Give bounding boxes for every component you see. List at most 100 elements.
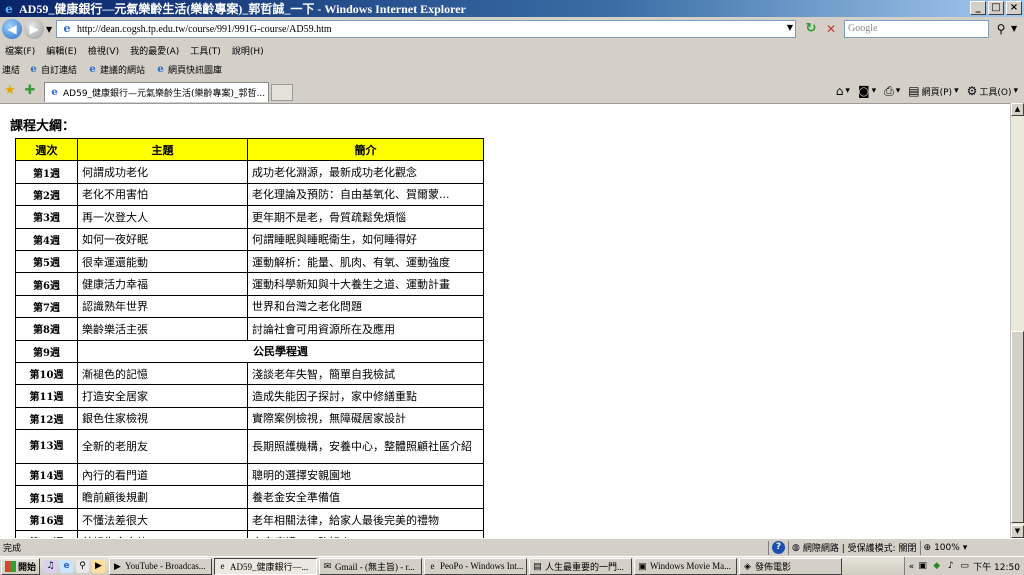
search-dropdown-icon[interactable]: ▼ [1011,24,1017,33]
ie-page-icon: e [30,63,37,75]
quick-launch-music-icon[interactable]: ♫ [44,559,58,573]
ie-logo-icon: e [5,1,13,16]
task-app-icon: ◈ [744,560,751,571]
tab-current[interactable]: e AD59_健康銀行—元氣樂齡生活(樂齡專案)_郭哲... [44,82,269,102]
table-row: 第10週 漸褪色的記憶 淺談老年失智，簡單自我檢試 [15,361,484,386]
taskbar-task[interactable]: e PeoPo - Windows Int... [424,557,528,575]
task-label: AD59_健康銀行—... [230,561,309,572]
menu-tools[interactable]: 工具(T) [190,44,221,57]
week-cell: 第2週 [15,182,78,207]
menu-edit[interactable]: 編輯(E) [46,44,77,57]
page-content: 課程大綱： 週次 主題 簡介 第1週 何謂成功老化 成功老化淵源，最新成功老化觀念第… [0,103,1010,538]
table-row: 第3週 再一次登大人 更年期不是老，骨質疏鬆免煩惱 [15,205,484,229]
tray-monitor-icon[interactable]: ▭ [959,561,970,572]
intro-cell: 養老金安全準備值 [247,485,484,509]
civic-week-cell: 公民學程週 [77,339,484,363]
new-tab-button[interactable] [271,84,293,101]
taskbar-task[interactable]: e AD59_健康銀行—... [214,557,318,575]
favorites-star-icon[interactable]: ★ [2,83,18,99]
quick-launch-ie-icon[interactable]: e [60,559,74,573]
page-icon: e [63,22,71,35]
zoom-level[interactable]: ⊕ 100% ▾ [924,543,968,553]
task-label: YouTube - Broadcas... [125,561,206,571]
taskbar-task[interactable]: ▤ 人生最重要的一門... [529,557,633,575]
table-row: 第5週 很幸運還能動 運動解析：能量、肌肉、有氧、運動強度 [15,249,484,274]
task-app-icon: e [430,560,435,571]
taskbar-task[interactable]: ◈ 發佈電影 [739,557,843,575]
week-cell: 第4週 [15,227,78,251]
link-web-slice-gallery[interactable]: e 網頁快訊圖庫 [155,63,222,76]
table-row: 第8週 樂齡樂活主張 討論社會可用資源所在及應用 [15,317,484,341]
header-topic: 主題 [77,137,248,162]
scroll-up-icon[interactable]: ▲ [1011,103,1024,116]
task-app-icon: e [220,560,225,571]
taskbar-task[interactable]: ▶ YouTube - Broadcas... [109,557,213,575]
tray-network-icon[interactable]: ▣ [917,561,928,572]
topic-cell: 何謂成功老化 [77,160,248,184]
link-suggested-sites[interactable]: e 建議的網站 [87,63,145,76]
window-title: AD59_健康銀行—元氣樂齡生活(樂齡專案)_郭哲誠_一下 - Windows … [19,2,466,16]
table-header-row: 週次 主題 簡介 [15,137,484,162]
add-favorites-icon[interactable]: ✚ [22,83,38,99]
security-zone[interactable]: ◍ 網際網路 | 受保護模式: 關閉 [792,541,917,555]
tools-menu-button[interactable]: ⚙ 工具(O) ▾ [967,84,1018,98]
menu-view[interactable]: 檢視(V) [88,44,119,57]
system-tray: « ▣ ◆ ♪ ▭ 下午 12:50 [903,557,1024,575]
page-menu-button[interactable]: ▤ 網頁(P) ▾ [908,84,958,98]
intro-cell: 老化理論及預防：自由基氧化、賀爾蒙... [247,182,484,207]
menu-file[interactable]: 檔案(F) [5,44,35,57]
table-row: 第15週 瞻前顧後規劃 養老金安全準備值 [15,485,484,509]
topic-cell: 瞻前顧後規劃 [77,485,248,509]
history-dropdown-icon[interactable]: ▼ [46,25,52,34]
topic-cell: 樂齡樂活主張 [77,317,248,341]
table-row: 第16週 不懂法差很大 老年相關法律，給家人最後完美的禮物 [15,507,484,532]
week-cell: 第5週 [15,249,78,274]
start-button[interactable]: 開始 [1,557,41,575]
search-icon[interactable]: ⚲ [993,21,1009,37]
taskbar-task[interactable]: ▣ Windows Movie Ma... [634,557,738,575]
topic-cell: 美好生命之終 [77,530,248,538]
tray-expand-icon[interactable]: « [909,562,915,572]
intro-cell: 成功老化淵源，最新成功老化觀念 [247,160,484,184]
url-text[interactable]: http://dean.cogsh.tp.edu.tw/course/991/9… [77,24,332,35]
address-dropdown-icon[interactable]: ▼ [787,23,793,32]
table-row: 第17週美好生命之終安寧療護、一路好走 [15,530,484,538]
scroll-thumb[interactable] [1011,331,1024,523]
menu-help[interactable]: 說明(H) [232,44,264,57]
status-text: 完成 [3,544,22,554]
refresh-icon[interactable]: ↻ [803,21,819,37]
table-row: 第2週 老化不用害怕 老化理論及預防：自由基氧化、賀爾蒙... [15,182,484,207]
taskbar-task[interactable]: ✉ Gmail - (無主旨) - r... [319,557,423,575]
ie-page-icon: e [51,87,58,98]
print-icon: ⎙ [884,83,894,98]
minimize-button[interactable]: _ [970,1,986,15]
scroll-down-icon[interactable]: ▼ [1011,525,1024,538]
back-button[interactable]: ◀ [2,19,22,39]
link-custom[interactable]: e 自訂連結 [28,63,77,76]
links-bar: 連結 e 自訂連結 e 建議的網站 e 網頁快訊圖庫 [0,60,500,78]
rss-icon: ◙ [857,84,870,98]
help-icon[interactable]: ? [772,541,785,554]
search-input[interactable]: Google [844,20,989,38]
table-row: 第7週 認識熟年世界 世界和台灣之老化問題 [15,294,484,319]
print-button[interactable]: ⎙ ▾ [884,84,900,99]
quick-launch-media-icon[interactable]: ▶ [92,559,106,573]
globe-icon: ◍ [792,542,800,553]
taskbar: 開始 ♫ e ⚲ ▶ ▶ YouTube - Broadcas... e AD59_健… [0,556,1024,575]
week-cell: 第10週 [15,361,78,386]
menu-favorites[interactable]: 我的最愛(A) [130,44,179,57]
feeds-button[interactable]: ◙ ▾ [858,84,876,98]
home-button[interactable]: ⌂ ▾ [836,84,850,98]
tray-shield-icon[interactable]: ◆ [931,561,942,572]
maximize-button[interactable]: □ [988,1,1004,15]
tray-volume-icon[interactable]: ♪ [945,561,956,572]
stop-icon[interactable]: ✕ [823,21,839,37]
topic-cell: 打造安全居家 [77,384,248,408]
address-bar[interactable]: e http://dean.cogsh.tp.edu.tw/course/991… [56,20,796,38]
forward-button[interactable]: ▶ [24,19,44,39]
intro-cell: 安寧療護、一路好走 [247,530,484,538]
intro-cell: 世界和台灣之老化問題 [247,294,484,319]
vertical-scrollbar[interactable]: ▲ ▼ [1010,103,1024,538]
quick-launch-search-icon[interactable]: ⚲ [76,559,90,573]
close-button[interactable]: × [1006,1,1022,15]
